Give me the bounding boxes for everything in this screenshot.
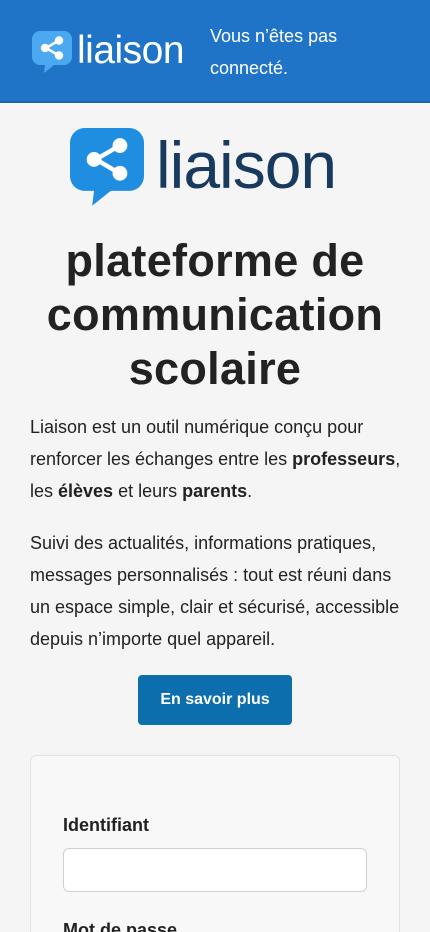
page-title: plateforme de communication scolaire — [46, 235, 384, 394]
username-label: Identifiant — [63, 815, 149, 835]
header-logo[interactable]: liaison — [32, 29, 185, 73]
share-bubble-icon — [70, 128, 144, 206]
intro-text: . — [247, 481, 253, 501]
intro-bold-parents: parents — [182, 481, 248, 501]
login-card — [30, 755, 400, 932]
hero-logo: liaison — [70, 124, 337, 206]
intro-bold-eleves: élèves — [58, 481, 114, 501]
password-label: Mot de passe — [63, 920, 178, 932]
intro-bold-professeurs: professeurs — [292, 449, 396, 469]
hero-logo-text: liaison — [156, 128, 337, 202]
intro-text: et leurs — [113, 481, 183, 501]
share-bubble-icon — [32, 31, 72, 73]
header-logo-text: liaison — [77, 29, 185, 72]
top-navbar: liaison Vous n’êtes pas connecté. — [0, 0, 430, 103]
learn-more-button[interactable]: En savoir plus — [138, 675, 292, 725]
login-status-text: Vous n’êtes pas connecté. — [210, 26, 338, 78]
intro-paragraph-2: Suivi des actualités, informations prati… — [30, 533, 400, 649]
username-input[interactable] — [63, 848, 367, 892]
intro-paragraph-1: Liaison est un outil numérique conçu pou… — [30, 411, 406, 507]
